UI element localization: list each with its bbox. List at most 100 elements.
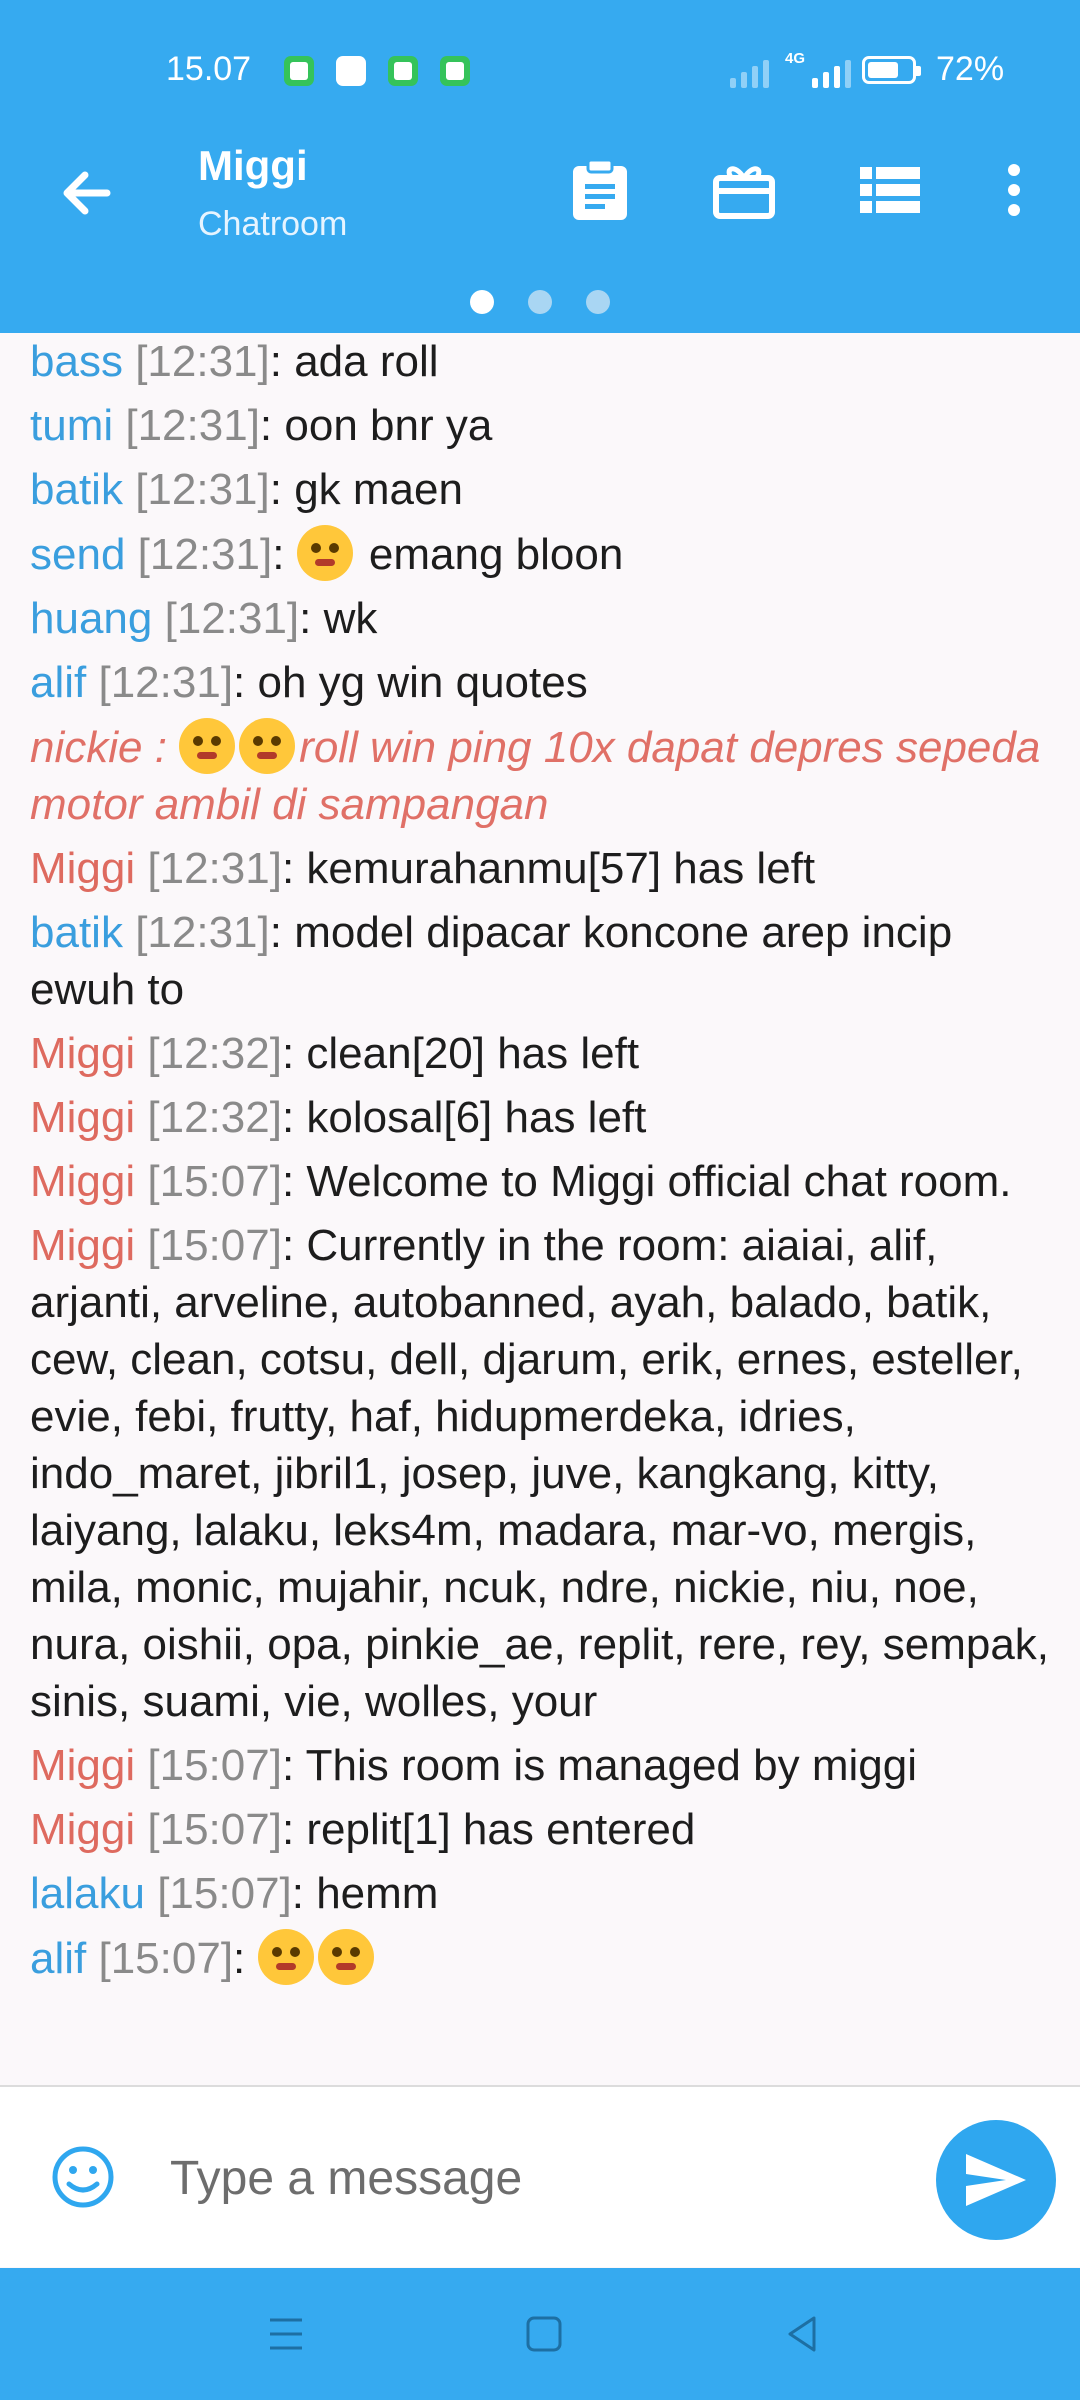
message-time: [15:07] [147,1157,282,1206]
message-nick[interactable]: bass [30,337,123,386]
message-time: [12:31] [137,530,273,579]
message-text: : gk maen [269,465,463,514]
message-text: : kolosal[6] has left [281,1093,647,1142]
message-nick[interactable]: tumi [30,401,113,450]
gift-icon [713,166,775,219]
message-nick[interactable]: batik [30,908,123,957]
message-time: [12:32] [147,1093,282,1142]
signal-sim2-icon [812,52,851,88]
message-time: [12:31] [147,844,282,893]
message-row: send [12:31]: emang bloon [30,525,1050,583]
message-text: : clean[20] has left [281,1029,640,1078]
message-text: : wk [299,594,378,643]
system-nav-bar [0,2268,1080,2400]
status-time: 15.07 [166,50,252,88]
message-time: [12:31] [164,594,300,643]
clipboard-icon [573,158,627,220]
chat-messages[interactable]: bass [12:31]: ada roll tumi [12:31]: oon … [0,333,1080,2085]
message-nick[interactable]: Miggi [30,1157,135,1206]
message-text: : hemm [291,1869,439,1918]
message-row: Miggi [15:07]: Welcome to Miggi official… [30,1153,1050,1210]
message-row: huang [12:31]: wk [30,590,1050,647]
arrow-left-icon [63,171,111,215]
page-indicator[interactable] [0,290,1080,314]
send-icon [966,2154,1026,2206]
page-dot[interactable] [586,290,610,314]
message-composer [0,2085,1080,2267]
emoji-image [179,718,236,774]
message-nick[interactable]: alif [30,1934,86,1983]
message-row: alif [12:31]: oh yg win quotes [30,654,1050,711]
message-time: [12:31] [125,401,260,450]
message-nick[interactable]: Miggi [30,844,135,893]
message-time: [12:31] [135,337,270,386]
emoji-image [296,525,353,581]
list-button[interactable] [850,150,930,230]
more-vertical-icon [1008,164,1020,216]
page-title: Miggi [198,142,308,189]
list-icon [860,167,920,213]
message-notification-icon [284,56,314,86]
page-dot[interactable] [470,290,494,314]
app-header: 15.07 4G 72% Miggi Chatroom [0,0,1080,333]
message-input[interactable] [168,2127,892,2229]
message-time: [12:31] [135,465,270,514]
message-row: tumi [12:31]: oon bnr ya [30,397,1050,454]
message-nick[interactable]: huang [30,594,152,643]
more-options-button[interactable] [974,150,1054,230]
shield-notification-icon [440,56,470,86]
message-nick[interactable]: lalaku [30,1869,145,1918]
message-text: : ada roll [269,337,439,386]
network-type: 4G [785,50,806,67]
emoji-button[interactable] [50,2144,116,2210]
emoji-image [317,1929,374,1985]
message-nick[interactable]: alif [30,658,86,707]
message-row: Miggi [15:07]: replit[1] has entered [30,1801,1050,1858]
message-nick[interactable]: batik [30,465,123,514]
message-time: [15:07] [157,1869,292,1918]
message-nick[interactable]: Miggi [30,1805,135,1854]
message-time: [12:31] [98,658,234,707]
message-time: [15:07] [147,1741,282,1790]
message-text: emang bloon [356,530,624,579]
gift-button[interactable] [704,150,784,230]
phone-notification-icon [388,56,418,86]
message-nick[interactable]: send [30,530,125,579]
message-row: nickie : roll win ping 10x dapat depres … [30,718,1050,833]
emoji-image [239,718,296,774]
smiley-icon [52,2146,114,2208]
send-button[interactable] [936,2120,1056,2240]
battery-percent: 72% [936,50,1005,88]
message-row: Miggi [15:07]: Currently in the room: ai… [30,1217,1050,1730]
message-time: [12:32] [147,1029,282,1078]
back-button[interactable] [52,158,122,228]
message-nick[interactable]: Miggi [30,1093,135,1142]
message-row: Miggi [12:32]: clean[20] has left [30,1025,1050,1082]
signal-sim1-icon [730,52,769,88]
message-row: lalaku [15:07]: hemm [30,1865,1050,1922]
message-text: : Currently in the room: aiaiai, alif, a… [30,1221,1050,1726]
message-time: [15:07] [147,1221,282,1270]
home-icon[interactable] [520,2310,568,2358]
message-list: bass [12:31]: ada roll tumi [12:31]: oon … [30,333,1050,1994]
message-nick[interactable]: Miggi [30,1029,135,1078]
message-text: : [233,1934,258,1983]
message-time: [12:31] [135,908,270,957]
message-row: Miggi [12:31]: kemurahanmu[57] has left [30,840,1050,897]
message-row: Miggi [12:32]: kolosal[6] has left [30,1089,1050,1146]
message-row: Miggi [15:07]: This room is managed by m… [30,1737,1050,1794]
menu-icon[interactable] [262,2310,310,2358]
message-nick[interactable]: Miggi [30,1221,135,1270]
battery-icon [862,56,921,84]
status-bar: 15.07 4G 72% [0,0,1080,140]
clipboard-button[interactable] [560,150,640,230]
message-text: : Welcome to Miggi official chat room. [281,1157,1012,1206]
message-text: : oon bnr ya [259,401,493,450]
message-text: : oh yg win quotes [233,658,588,707]
page-dot[interactable] [528,290,552,314]
message-row: batik [12:31]: model dipacar koncone are… [30,904,1050,1018]
page-subtitle: Chatroom [198,205,348,243]
back-nav-icon[interactable] [778,2310,826,2358]
message-nick[interactable]: Miggi [30,1741,135,1790]
message-nick[interactable]: nickie : [30,723,179,772]
